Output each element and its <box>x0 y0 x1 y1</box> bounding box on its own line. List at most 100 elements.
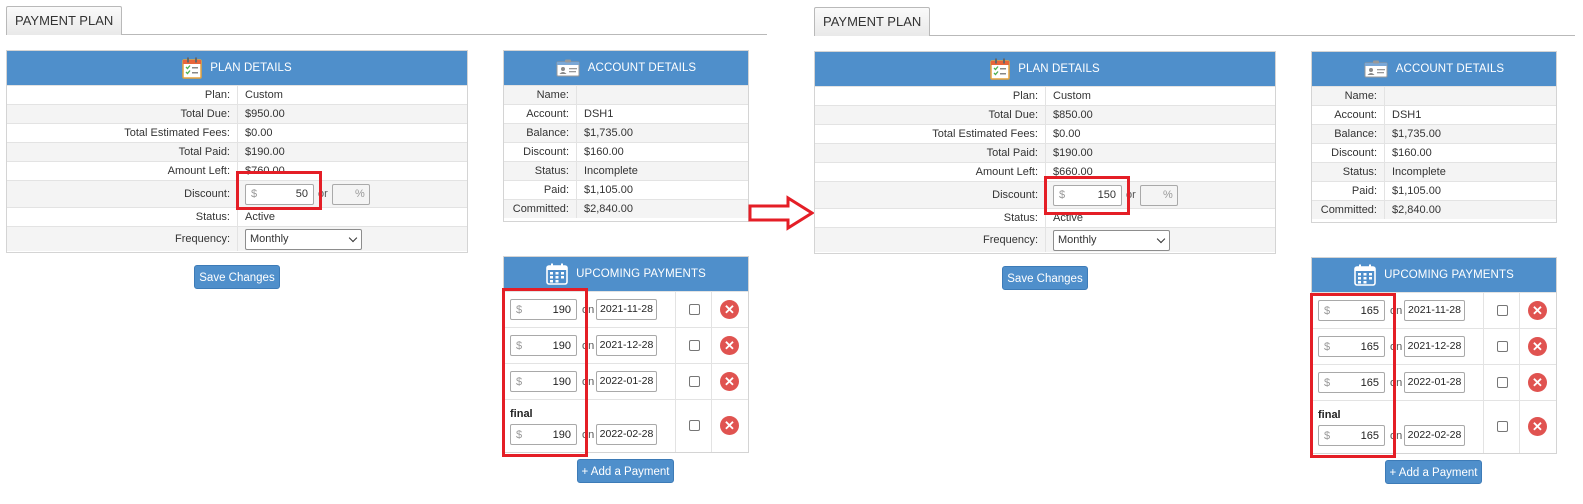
payment-checkbox-cell <box>1484 365 1520 400</box>
payment-checkbox-cell <box>676 400 712 452</box>
account-link[interactable]: DSH1 <box>577 105 613 123</box>
id-card-icon <box>1364 60 1388 78</box>
payment-date-input[interactable]: 2022-02-28 <box>596 424 657 445</box>
plan-details-box: PLAN DETAILS Plan: Custom Total Due: $850.… <box>814 51 1276 254</box>
frequency-selected: Monthly <box>250 233 289 245</box>
save-changes-button[interactable]: Save Changes <box>194 265 280 289</box>
tab-payment-plan[interactable]: PAYMENT PLAN <box>6 6 123 35</box>
account-paid-value: $1,105.00 <box>584 184 633 196</box>
account-status-label: Status: <box>504 162 577 180</box>
save-changes-button[interactable]: Save Changes <box>1002 266 1088 290</box>
frequency-cell: Monthly <box>1046 228 1170 252</box>
account-status-row: Status: Incomplete <box>1312 162 1556 181</box>
remove-x-icon[interactable]: ✕ <box>720 300 739 319</box>
payment-checkbox-cell <box>676 292 712 327</box>
plan-details-title: PLAN DETAILS <box>1018 63 1100 75</box>
account-paid-value: $1,105.00 <box>1392 185 1441 197</box>
payment-remove-cell: ✕ <box>712 364 748 399</box>
fees-row: Total Estimated Fees: $0.00 <box>815 124 1275 143</box>
discount-label: Discount: <box>815 182 1046 208</box>
right-arrow-icon <box>748 195 815 231</box>
account-paid-label: Paid: <box>504 181 577 199</box>
payment-checkbox[interactable] <box>689 376 700 387</box>
name-label: Name: <box>504 86 577 104</box>
payment-plan-before: PAYMENT PLAN PLAN DETAILS Plan: Custom To… <box>0 0 770 504</box>
account-paid-row: Paid: $1,105.00 <box>1312 181 1556 200</box>
payment-checkbox[interactable] <box>1497 305 1508 316</box>
frequency-select[interactable]: Monthly <box>245 228 362 250</box>
payment-checkbox[interactable] <box>689 304 700 315</box>
frequency-row: Frequency: Monthly <box>7 226 467 251</box>
payment-checkbox[interactable] <box>1497 377 1508 388</box>
payment-checkbox-cell <box>1484 329 1520 364</box>
tab-payment-plan[interactable]: PAYMENT PLAN <box>814 7 931 36</box>
frequency-selected: Monthly <box>1058 234 1097 246</box>
remove-x-icon[interactable]: ✕ <box>1528 417 1547 436</box>
highlight-box-discount <box>236 171 322 210</box>
plan-label: Plan: <box>815 87 1046 105</box>
remove-x-icon[interactable]: ✕ <box>1528 301 1547 320</box>
account-status-value: Incomplete <box>1392 166 1446 178</box>
highlight-box-discount <box>1044 176 1130 215</box>
payment-date-input[interactable]: 2021-12-28 <box>1404 336 1465 357</box>
total-due-row: Total Due: $950.00 <box>7 104 467 123</box>
total-paid-label: Total Paid: <box>7 143 238 161</box>
highlight-box-payment-amounts <box>1310 293 1396 458</box>
balance-row: Balance: $1,735.00 <box>1312 124 1556 143</box>
total-paid-row: Total Paid: $190.00 <box>7 142 467 161</box>
payment-checkbox-cell <box>1484 293 1520 328</box>
payment-checkbox[interactable] <box>1497 341 1508 352</box>
plan-details-header: PLAN DETAILS <box>815 52 1275 86</box>
account-row: Account: DSH1 <box>504 104 748 123</box>
percent-symbol: % <box>355 188 365 200</box>
payment-checkbox[interactable] <box>689 420 700 431</box>
payment-remove-cell: ✕ <box>712 292 748 327</box>
payment-remove-cell: ✕ <box>1520 329 1556 364</box>
total-paid-value: $190.00 <box>245 146 285 158</box>
account-discount-value: $160.00 <box>1392 147 1432 159</box>
frequency-select[interactable]: Monthly <box>1053 229 1170 251</box>
status-label: Status: <box>815 209 1046 227</box>
payment-date-input[interactable]: 2021-11-28 <box>1404 300 1465 321</box>
plan-details-box: PLAN DETAILS Plan: Custom Total Due: $950.… <box>6 50 468 253</box>
name-row: Name: <box>1312 86 1556 105</box>
committed-label: Committed: <box>504 200 577 218</box>
discount-percent-input[interactable]: % <box>1139 184 1178 206</box>
plan-row: Plan: Custom <box>815 86 1275 105</box>
highlight-box-payment-amounts <box>502 288 588 457</box>
account-status-value: Incomplete <box>584 165 638 177</box>
payment-date-input[interactable]: 2022-02-28 <box>1404 425 1465 446</box>
discount-percent-input[interactable]: % <box>331 183 370 205</box>
plan-row: Plan: Custom <box>7 85 467 104</box>
remove-x-icon[interactable]: ✕ <box>720 372 739 391</box>
account-paid-label: Paid: <box>1312 182 1385 200</box>
account-status-label: Status: <box>1312 163 1385 181</box>
frequency-label: Frequency: <box>7 227 238 251</box>
remove-x-icon[interactable]: ✕ <box>1528 337 1547 356</box>
payment-checkbox[interactable] <box>689 340 700 351</box>
remove-x-icon[interactable]: ✕ <box>720 336 739 355</box>
plan-details-header: PLAN DETAILS <box>7 51 467 85</box>
payment-date-input[interactable]: 2022-01-28 <box>596 371 657 392</box>
account-discount-label: Discount: <box>1312 144 1385 162</box>
remove-x-icon[interactable]: ✕ <box>720 416 739 435</box>
total-due-value: $850.00 <box>1053 109 1093 121</box>
payment-date-input[interactable]: 2022-01-28 <box>1404 372 1465 393</box>
total-paid-row: Total Paid: $190.00 <box>815 143 1275 162</box>
balance-value: $1,735.00 <box>584 127 633 139</box>
add-payment-button[interactable]: + Add a Payment <box>1385 460 1482 484</box>
account-discount-row: Discount: $160.00 <box>1312 143 1556 162</box>
remove-x-icon[interactable]: ✕ <box>1528 373 1547 392</box>
account-link[interactable]: DSH1 <box>1385 106 1421 124</box>
payment-checkbox[interactable] <box>1497 421 1508 432</box>
balance-label: Balance: <box>504 124 577 142</box>
account-details-box: ACCOUNT DETAILS Name: Account: DSH1 Balan… <box>1311 51 1557 223</box>
add-payment-button[interactable]: + Add a Payment <box>577 459 674 483</box>
payment-date-input[interactable]: 2021-12-28 <box>596 335 657 356</box>
fees-row: Total Estimated Fees: $0.00 <box>7 123 467 142</box>
account-discount-value: $160.00 <box>584 146 624 158</box>
fees-label: Total Estimated Fees: <box>815 125 1046 143</box>
upcoming-payments-title: UPCOMING PAYMENTS <box>1384 269 1514 281</box>
upcoming-payments-title: UPCOMING PAYMENTS <box>576 268 706 280</box>
payment-date-input[interactable]: 2021-11-28 <box>596 299 657 320</box>
